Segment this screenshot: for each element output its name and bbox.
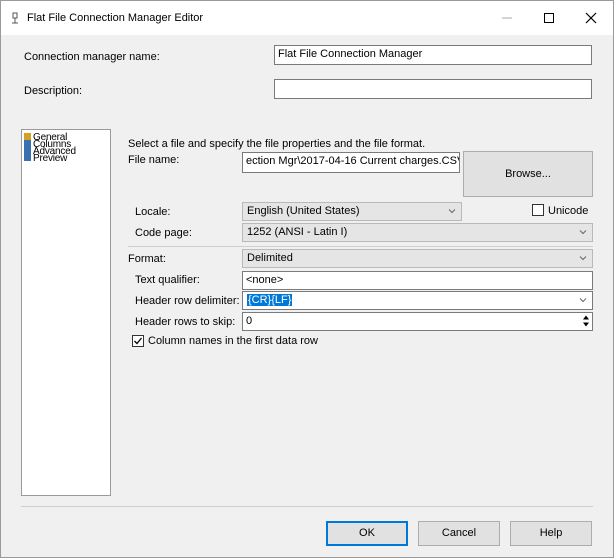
preview-page-icon bbox=[24, 154, 31, 161]
selected-delimiter-text: {CR}{LF} bbox=[247, 294, 293, 306]
spinner-arrows-icon[interactable] bbox=[582, 314, 590, 328]
column-names-label: Column names in the first data row bbox=[148, 335, 318, 347]
browse-button[interactable]: Browse... bbox=[463, 151, 593, 197]
window-title: Flat File Connection Manager Editor bbox=[27, 12, 204, 24]
advanced-page-icon bbox=[24, 147, 31, 154]
unicode-label: Unicode bbox=[548, 205, 589, 217]
page-navigation-panel: General Columns Advanced Preview bbox=[21, 129, 111, 496]
locale-label: Locale: bbox=[135, 206, 171, 218]
text-qualifier-input[interactable]: <none> bbox=[242, 271, 593, 290]
ok-button[interactable]: OK bbox=[326, 521, 408, 546]
nav-item-preview[interactable]: Preview bbox=[24, 154, 67, 164]
chevron-down-icon bbox=[448, 209, 456, 214]
maximize-icon bbox=[544, 13, 554, 23]
header-rows-skip-label: Header rows to skip: bbox=[135, 316, 236, 328]
footer-separator bbox=[21, 506, 593, 507]
file-name-label: File name: bbox=[128, 154, 180, 166]
chevron-down-icon bbox=[579, 298, 587, 303]
description-label: Description: bbox=[24, 85, 83, 97]
unicode-checkbox[interactable] bbox=[532, 204, 544, 216]
connection-name-label: Connection manager name: bbox=[24, 51, 160, 63]
cancel-button[interactable]: Cancel bbox=[418, 521, 500, 546]
checkmark-icon bbox=[134, 337, 143, 345]
text-qualifier-label: Text qualifier: bbox=[135, 274, 200, 286]
format-separator bbox=[128, 246, 593, 247]
minimize-icon bbox=[502, 17, 512, 19]
general-page-icon bbox=[24, 133, 31, 140]
header-rows-skip-stepper[interactable]: 0 bbox=[242, 312, 593, 331]
file-name-input[interactable]: ection Mgr\2017-04-16 Current charges.CS… bbox=[242, 152, 460, 173]
header-row-delimiter-label: Header row delimiter: bbox=[135, 295, 240, 307]
connection-name-input[interactable]: Flat File Connection Manager bbox=[274, 45, 592, 65]
format-select[interactable]: Delimited bbox=[242, 249, 593, 268]
close-button[interactable] bbox=[571, 1, 611, 35]
format-label: Format: bbox=[128, 253, 166, 265]
minimize-button[interactable] bbox=[487, 1, 527, 35]
chevron-down-icon bbox=[579, 256, 587, 261]
instruction-text: Select a file and specify the file prope… bbox=[128, 138, 426, 150]
dialog-window: Flat File Connection Manager Editor Conn… bbox=[0, 0, 614, 558]
connection-manager-icon bbox=[12, 12, 18, 24]
columns-page-icon bbox=[24, 140, 31, 147]
close-icon bbox=[585, 12, 597, 24]
title-bar[interactable]: Flat File Connection Manager Editor bbox=[1, 1, 613, 35]
chevron-down-icon bbox=[579, 230, 587, 235]
column-names-checkbox[interactable] bbox=[132, 335, 144, 347]
description-input[interactable] bbox=[274, 79, 592, 99]
help-button[interactable]: Help bbox=[510, 521, 592, 546]
header-row-delimiter-select[interactable]: {CR}{LF} bbox=[242, 291, 593, 310]
locale-select[interactable]: English (United States) bbox=[242, 202, 462, 221]
code-page-label: Code page: bbox=[135, 227, 192, 239]
maximize-button[interactable] bbox=[529, 1, 569, 35]
code-page-select[interactable]: 1252 (ANSI - Latin I) bbox=[242, 223, 593, 242]
